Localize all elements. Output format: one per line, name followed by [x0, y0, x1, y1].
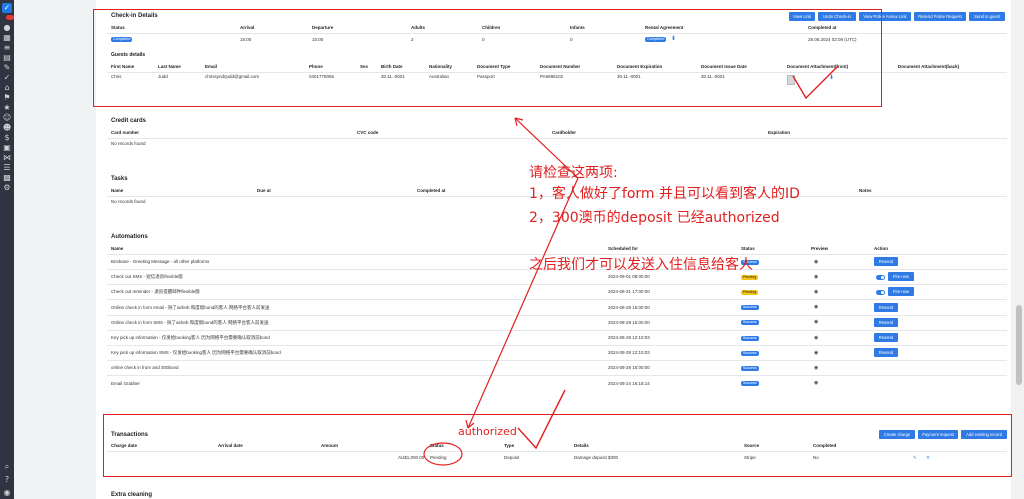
- scrollbar[interactable]: [1014, 0, 1024, 499]
- checkmark-mark: [517, 389, 566, 450]
- annotation-authorized: authorized: [458, 425, 517, 438]
- annotation-line2: 1，客人做好了form 并且可以看到客人的ID: [529, 186, 800, 202]
- scrollbar-thumb[interactable]: [1016, 305, 1022, 385]
- annotation-line4: 之后我们才可以发送入住信息给客人: [529, 257, 753, 273]
- annotation-line1: 请检查这两项:: [529, 165, 618, 181]
- checkmark-mark: [792, 65, 839, 100]
- annotation-line3: 2，300澳币的deposit 已经authorized: [529, 210, 780, 226]
- circle-mark: [423, 442, 463, 466]
